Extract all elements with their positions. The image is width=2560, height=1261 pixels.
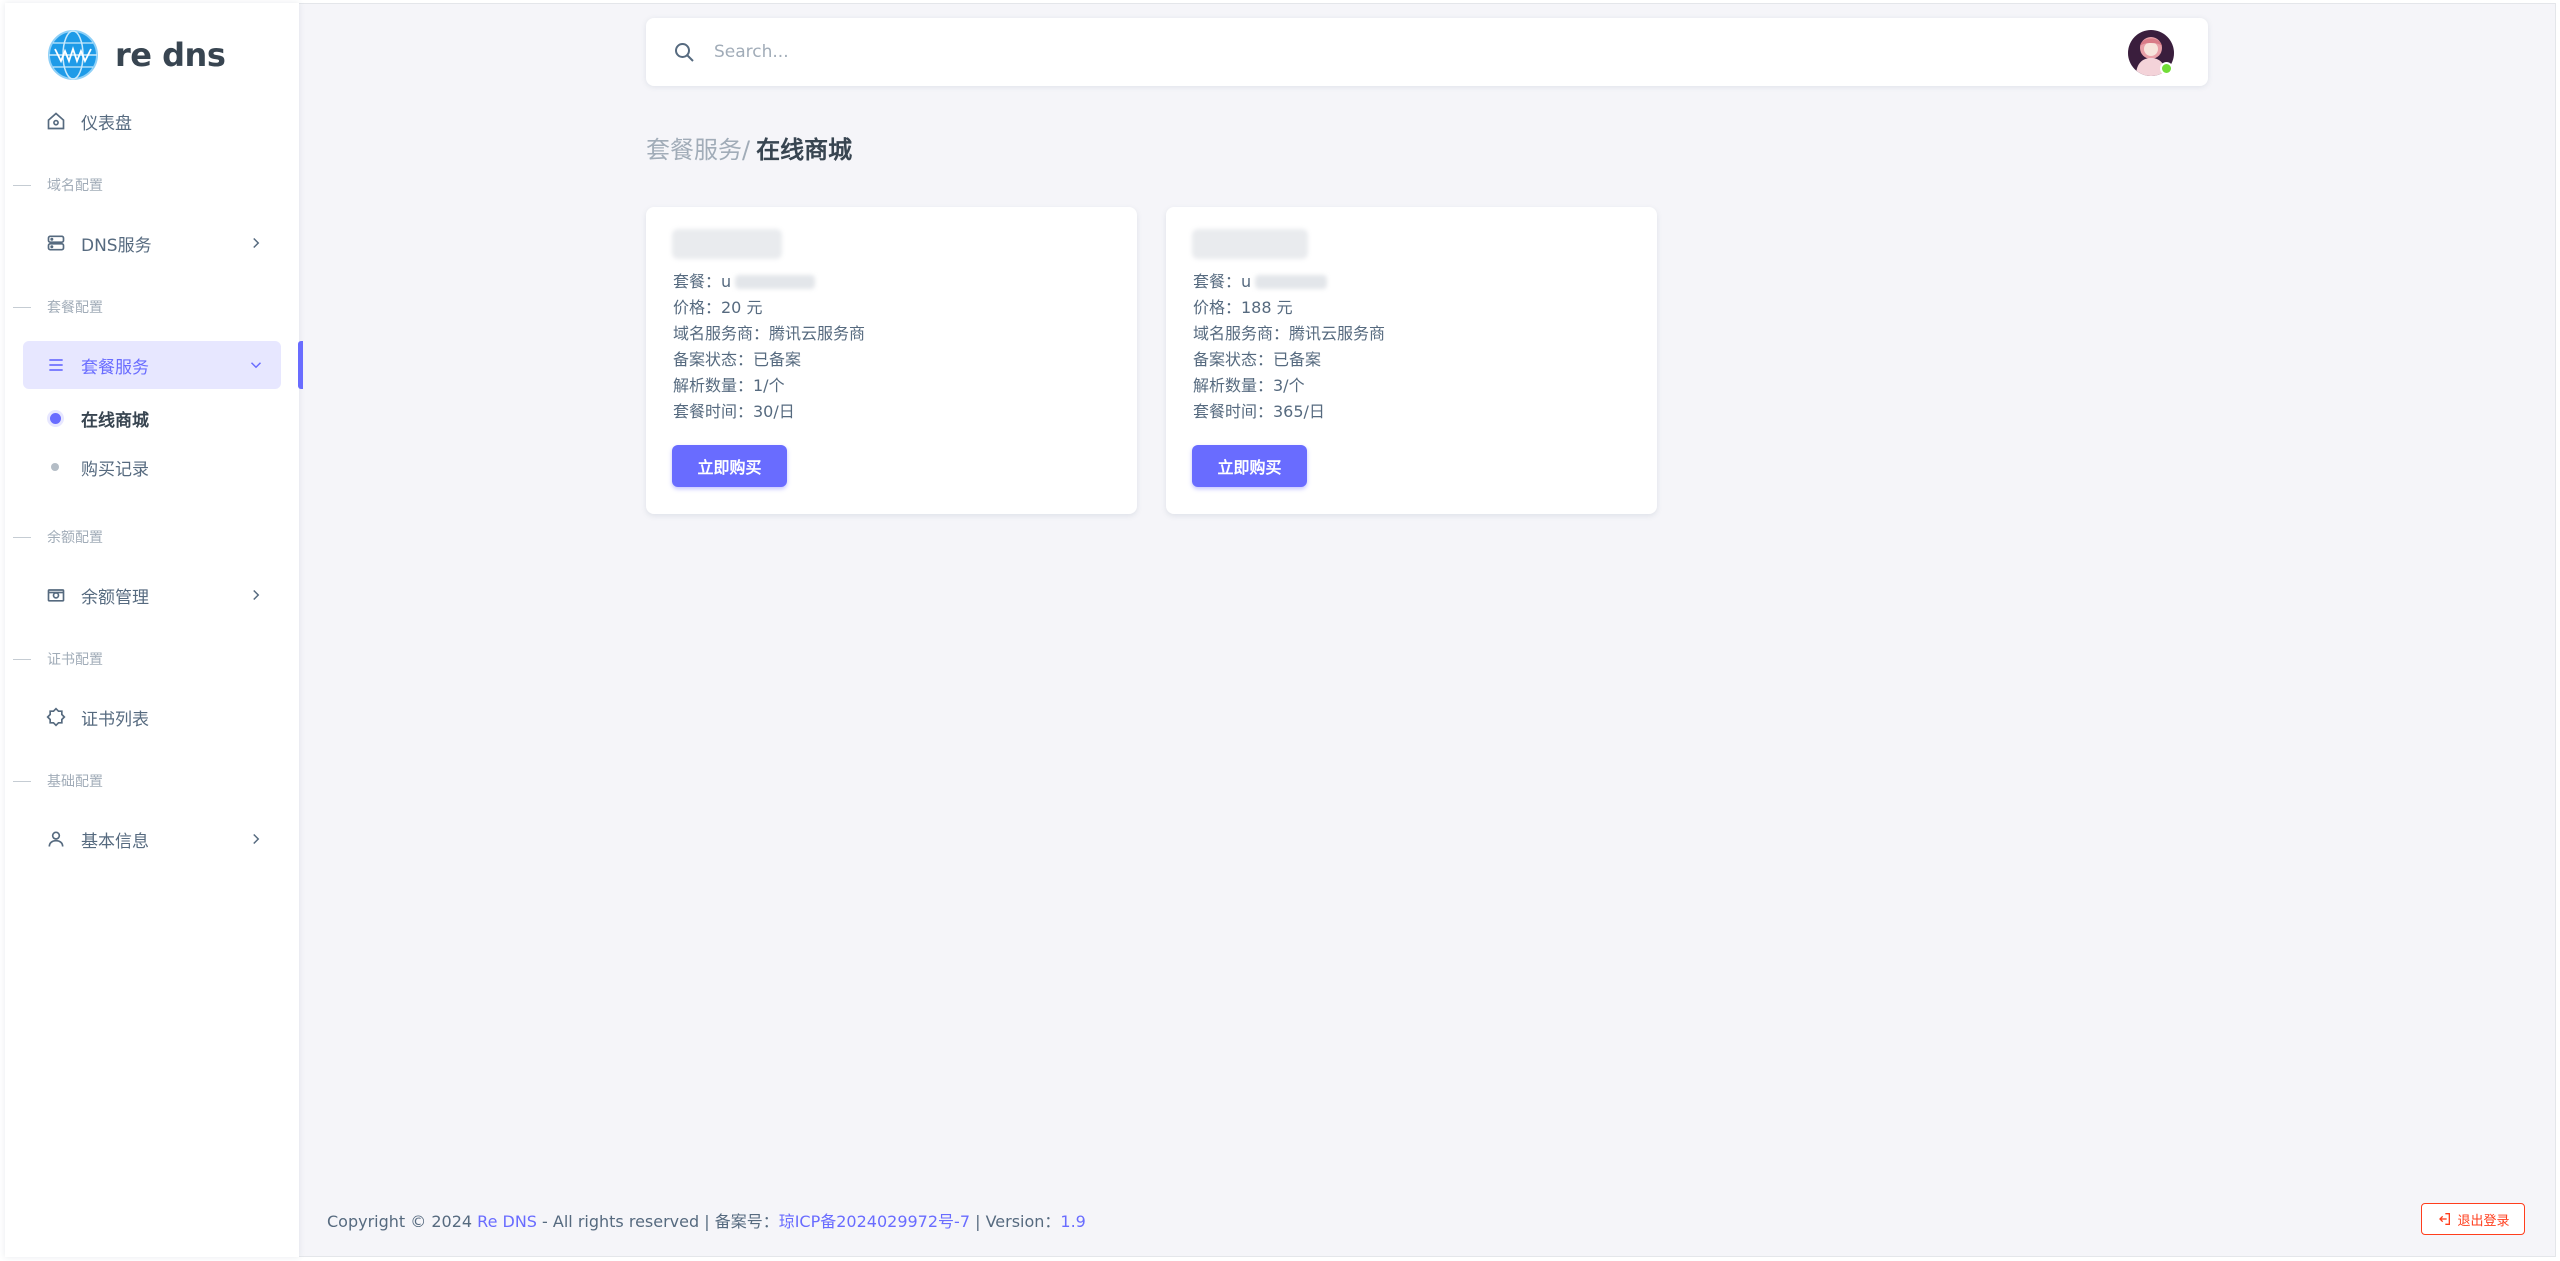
sidebar-item-label: 余额管理 — [81, 587, 149, 608]
server-icon — [45, 232, 67, 254]
breadcrumb-separator: / — [742, 136, 751, 164]
sidebar-item-cert-list[interactable]: 证书列表 — [23, 693, 281, 741]
sidebar-item-package-service[interactable]: 套餐服务 — [23, 341, 281, 389]
chevron-down-icon — [250, 362, 262, 369]
sidebar-item-label: 套餐服务 — [81, 357, 149, 378]
bullet-icon — [50, 412, 61, 424]
sidebar-item-label: 仪表盘 — [81, 113, 132, 134]
wallet-icon — [45, 584, 67, 606]
filing-status-row: 备案状态：已备案 — [673, 350, 802, 369]
menu-header-package: 套餐配置 — [5, 297, 295, 317]
online-status-dot — [2160, 62, 2173, 75]
package-card: 套餐： u 价格：188 元 域名服务商：腾讯云服务商 备案状态：已备案 解析数量… — [1166, 207, 1657, 514]
sidebar-item-dns[interactable]: DNS服务 — [23, 219, 281, 267]
sidebar-item-balance[interactable]: 余额管理 — [23, 571, 281, 619]
sidebar-item-dashboard[interactable]: 仪表盘 — [23, 97, 281, 145]
chevron-right-icon — [253, 237, 260, 249]
globe-icon — [48, 30, 98, 80]
record-count-row: 解析数量：1/个 — [673, 376, 785, 395]
package-name-row: 套餐： u — [1193, 269, 1385, 295]
package-name-row: 套餐： u — [673, 269, 865, 295]
certificate-icon — [45, 706, 67, 728]
price-row: 价格：20 元 — [673, 298, 763, 317]
footer-brand-link[interactable]: Re DNS — [477, 1212, 537, 1231]
provider-row: 域名服务商：腾讯云服务商 — [1193, 324, 1386, 343]
logout-icon — [2439, 1213, 2451, 1225]
footer-icp-link[interactable]: 琼ICP备2024029972号-7 — [779, 1212, 970, 1231]
card-title-redacted — [1192, 229, 1308, 259]
package-card: 套餐： u 价格：20 元 域名服务商：腾讯云服务商 备案状态：已备案 解析数量：… — [646, 207, 1137, 514]
brand-name: re dns — [115, 36, 226, 74]
footer-version-label: | Version： — [970, 1212, 1061, 1231]
breadcrumb-parent[interactable]: 套餐服务 — [646, 130, 742, 165]
footer: Copyright © 2024 Re DNS - All rights res… — [327, 1208, 1086, 1232]
footer-copyright: Copyright © 2024 — [327, 1212, 473, 1231]
menu-header-cert: 证书配置 — [5, 649, 295, 669]
chevron-right-icon — [253, 833, 260, 845]
active-indicator — [298, 341, 303, 389]
duration-row: 套餐时间：30/日 — [673, 402, 795, 421]
menu-header-basic: 基础配置 — [5, 771, 295, 791]
sidebar-subitem-records[interactable]: 购买记录 — [49, 452, 149, 482]
record-count-row: 解析数量：3/个 — [1193, 376, 1305, 395]
price-row: 价格：188 元 — [1193, 298, 1293, 317]
chevron-right-icon — [253, 589, 260, 601]
search-input[interactable] — [714, 36, 2014, 68]
buy-now-button[interactable]: 立即购买 — [1192, 445, 1307, 487]
sidebar-item-basic-info[interactable]: 基本信息 — [23, 815, 281, 863]
menu-header-domain: 域名配置 — [5, 175, 295, 195]
sidebar-subitem-shop[interactable]: 在线商城 — [49, 403, 149, 433]
sidebar-item-label: 证书列表 — [81, 709, 149, 730]
home-icon — [45, 110, 67, 132]
buy-now-button[interactable]: 立即购买 — [672, 445, 787, 487]
menu-lines-icon — [45, 354, 67, 376]
menu-header-balance: 余额配置 — [5, 527, 295, 547]
search-icon — [675, 43, 694, 62]
sidebar-item-label: DNS服务 — [81, 235, 152, 256]
brand[interactable]: re dns — [47, 29, 226, 81]
card-title-redacted — [672, 229, 782, 259]
redacted-value — [735, 275, 816, 289]
top-navbar — [646, 18, 2208, 86]
redacted-value — [1255, 275, 1328, 289]
provider-row: 域名服务商：腾讯云服务商 — [673, 324, 866, 343]
sidebar-item-label: 基本信息 — [81, 831, 149, 852]
bullet-icon — [51, 463, 59, 471]
breadcrumb: 套餐服务 / 在线商城 — [646, 130, 852, 165]
page-title: 在线商城 — [756, 136, 853, 164]
user-icon — [45, 828, 67, 850]
logout-button[interactable]: 退出登录 — [2421, 1203, 2525, 1235]
app-background — [5, 3, 2556, 1257]
footer-version: 1.9 — [1060, 1212, 1086, 1231]
footer-rights: - All rights reserved | 备案号： — [536, 1212, 779, 1231]
duration-row: 套餐时间：365/日 — [1193, 402, 1325, 421]
sidebar: re dns 仪表盘 域名配置 DNS服务 套餐配置 套餐服务 在线商城 购买记… — [5, 3, 303, 1257]
filing-status-row: 备案状态：已备案 — [1193, 350, 1322, 369]
